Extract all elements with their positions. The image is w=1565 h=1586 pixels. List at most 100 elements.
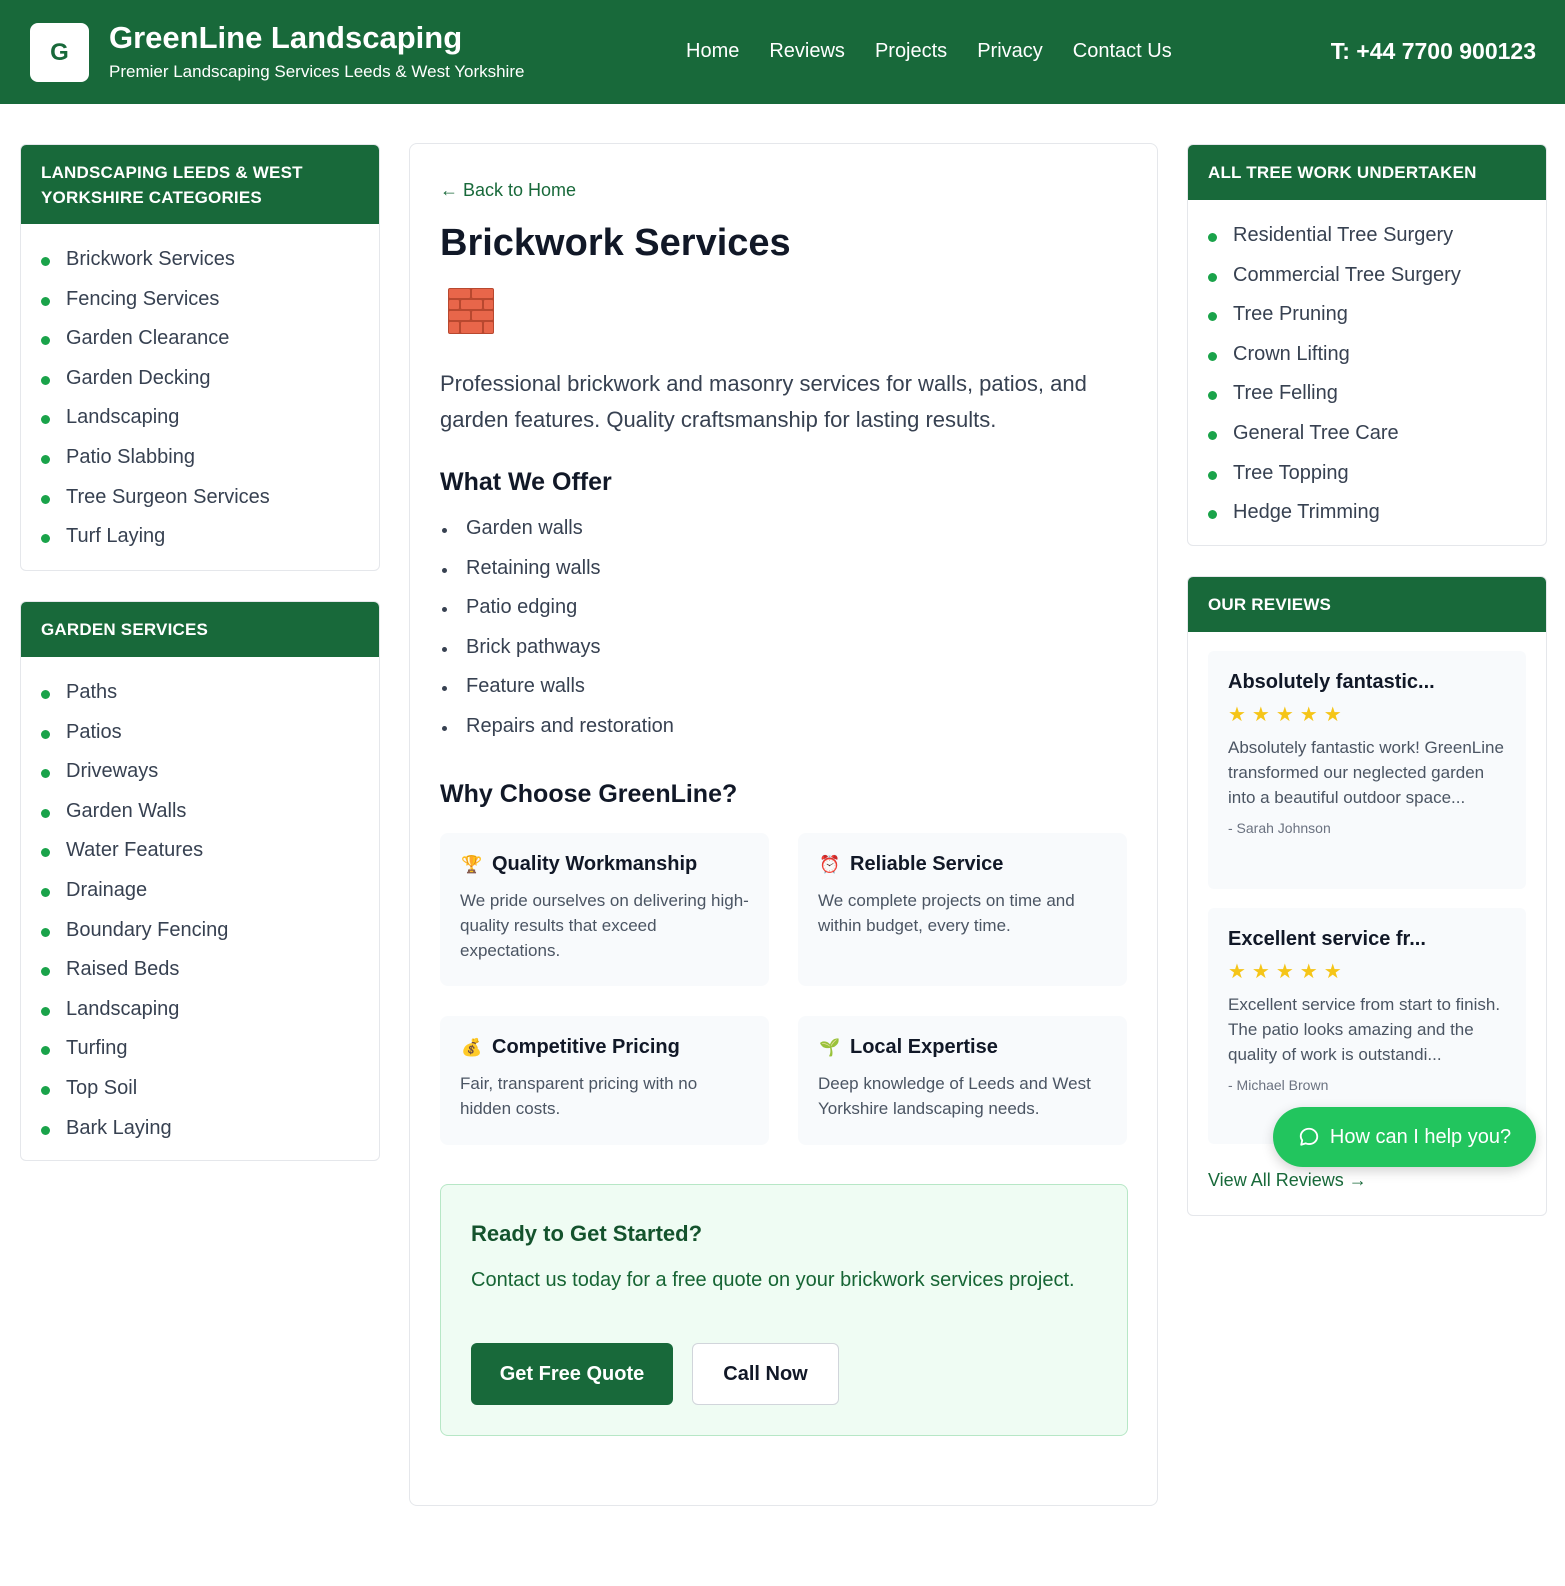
star-rating: ★★★★★ — [1228, 704, 1348, 726]
cta-text: Contact us today for a free quote on you… — [471, 1269, 1075, 1291]
feature-title: Competitive Pricing — [492, 1036, 680, 1058]
feature-title-row: ⏰ Reliable Service — [818, 853, 1107, 876]
alarm-clock-icon: ⏰ — [819, 854, 841, 874]
offer-item: Retaining walls — [440, 557, 674, 597]
offer-item: Brick pathways — [440, 636, 674, 676]
offer-item: Garden walls — [440, 517, 674, 557]
tree-work-link[interactable]: Tree Topping — [1208, 458, 1526, 498]
tree-work-link[interactable]: Crown Lifting — [1208, 339, 1526, 379]
feature-title: Quality Workmanship — [492, 853, 698, 875]
brand-subtitle: Premier Landscaping Services Leeds & Wes… — [109, 62, 525, 81]
review-author: - Sarah Johnson — [1228, 820, 1331, 836]
review-title: Excellent service fr... — [1228, 928, 1426, 950]
chat-bubble-icon — [1299, 1127, 1319, 1146]
garden-service-link[interactable]: Landscaping — [41, 994, 359, 1034]
nav-reviews[interactable]: Reviews — [769, 40, 845, 63]
site-header: G GreenLine Landscaping Premier Landscap… — [0, 0, 1565, 104]
tree-work-link[interactable]: Tree Pruning — [1208, 299, 1526, 339]
trophy-icon: 🏆 — [461, 854, 483, 874]
feature-card-quality: 🏆 Quality Workmanship We pride ourselves… — [440, 833, 769, 986]
garden-service-link[interactable]: Turfing — [41, 1033, 359, 1073]
star-rating: ★★★★★ — [1228, 961, 1348, 983]
tree-work-panel-title: All Tree Work Undertaken — [1188, 145, 1546, 200]
review-text: Absolutely fantastic work! GreenLine tra… — [1228, 738, 1504, 807]
phone-number[interactable]: T: +44 7700 900123 — [1331, 38, 1536, 65]
tree-work-link[interactable]: General Tree Care — [1208, 418, 1526, 458]
main-nav: Home Reviews Projects Privacy Contact Us — [686, 40, 1172, 63]
offer-item: Patio edging — [440, 596, 674, 636]
garden-service-link[interactable]: Garden Walls — [41, 796, 359, 836]
categories-panel: Landscaping Leeds & West Yorkshire Categ… — [20, 144, 380, 571]
garden-service-link[interactable]: Bark Laying — [41, 1113, 359, 1153]
tree-work-list: Residential Tree Surgery Commercial Tree… — [1188, 200, 1546, 537]
brick-wall-icon — [448, 288, 494, 334]
review-text: Excellent service from start to finish. … — [1228, 995, 1501, 1064]
garden-service-link[interactable]: Raised Beds — [41, 954, 359, 994]
what-we-offer-heading: What We Offer — [440, 468, 612, 496]
garden-service-link[interactable]: Boundary Fencing — [41, 915, 359, 955]
chat-widget-button[interactable]: How can I help you? — [1273, 1107, 1536, 1167]
service-intro: Professional brickwork and masonry servi… — [440, 371, 1087, 432]
tree-work-link[interactable]: Tree Felling — [1208, 378, 1526, 418]
category-link[interactable]: Landscaping — [41, 402, 359, 442]
feature-text: Deep knowledge of Leeds and West Yorkshi… — [818, 1074, 1091, 1118]
feature-title-row: 🌱 Local Expertise — [818, 1036, 1107, 1059]
garden-service-link[interactable]: Patios — [41, 717, 359, 757]
feature-text: Fair, transparent pricing with no hidden… — [460, 1074, 698, 1118]
logo[interactable]: G — [30, 23, 89, 82]
garden-service-link[interactable]: Top Soil — [41, 1073, 359, 1113]
chat-widget-label: How can I help you? — [1329, 1125, 1512, 1148]
offer-item: Repairs and restoration — [440, 715, 674, 755]
main-content-card: ← Back to Home Brickwork Services Profes… — [409, 143, 1158, 1506]
brand-title[interactable]: GreenLine Landscaping — [109, 20, 462, 56]
feature-title-row: 🏆 Quality Workmanship — [460, 853, 749, 876]
garden-service-link[interactable]: Drainage — [41, 875, 359, 915]
feature-card-reliable: ⏰ Reliable Service We complete projects … — [798, 833, 1127, 986]
feature-title: Local Expertise — [850, 1036, 998, 1058]
garden-service-link[interactable]: Water Features — [41, 835, 359, 875]
view-all-reviews-link[interactable]: View All Reviews → — [1208, 1170, 1367, 1191]
review-author: - Michael Brown — [1228, 1077, 1329, 1093]
category-link[interactable]: Turf Laying — [41, 521, 359, 561]
category-link[interactable]: Garden Decking — [41, 363, 359, 403]
why-choose-heading: Why Choose GreenLine? — [440, 780, 738, 808]
cta-box: Ready to Get Started? Contact us today f… — [440, 1184, 1128, 1436]
money-bag-icon: 💰 — [461, 1037, 483, 1057]
feature-text: We complete projects on time and within … — [818, 891, 1075, 935]
review-title: Absolutely fantastic... — [1228, 671, 1435, 693]
garden-services-panel-title: Garden Services — [21, 602, 379, 657]
feature-title: Reliable Service — [850, 853, 1004, 875]
category-link[interactable]: Fencing Services — [41, 284, 359, 324]
categories-panel-title: Landscaping Leeds & West Yorkshire Categ… — [21, 145, 379, 224]
cta-title: Ready to Get Started? — [471, 1221, 703, 1246]
garden-service-link[interactable]: Paths — [41, 677, 359, 717]
feature-text: We pride ourselves on delivering high-qu… — [460, 891, 749, 960]
category-link[interactable]: Garden Clearance — [41, 323, 359, 363]
get-free-quote-button[interactable]: Get Free Quote — [471, 1343, 673, 1405]
offer-item: Feature walls — [440, 675, 674, 715]
nav-projects[interactable]: Projects — [875, 40, 947, 63]
review-card[interactable]: Absolutely fantastic... ★★★★★ Absolutely… — [1208, 651, 1526, 889]
tree-work-link[interactable]: Hedge Trimming — [1208, 497, 1526, 537]
call-now-button[interactable]: Call Now — [692, 1343, 839, 1405]
tree-work-panel: All Tree Work Undertaken Residential Tre… — [1187, 144, 1547, 546]
feature-card-pricing: 💰 Competitive Pricing Fair, transparent … — [440, 1016, 769, 1145]
garden-services-panel: Garden Services Paths Patios Driveways G… — [20, 601, 380, 1161]
back-to-home-link[interactable]: ← Back to Home — [440, 180, 576, 201]
page-title: Brickwork Services — [440, 222, 791, 264]
feature-card-local: 🌱 Local Expertise Deep knowledge of Leed… — [798, 1016, 1127, 1145]
categories-list: Brickwork Services Fencing Services Gard… — [21, 224, 379, 561]
nav-contact-us[interactable]: Contact Us — [1073, 40, 1172, 63]
category-link[interactable]: Brickwork Services — [41, 244, 359, 284]
garden-service-link[interactable]: Driveways — [41, 756, 359, 796]
seedling-icon: 🌱 — [819, 1037, 841, 1057]
tree-work-link[interactable]: Commercial Tree Surgery — [1208, 260, 1526, 300]
nav-privacy[interactable]: Privacy — [977, 40, 1043, 63]
offer-list: Garden walls Retaining walls Patio edgin… — [440, 517, 674, 755]
nav-home[interactable]: Home — [686, 40, 739, 63]
feature-title-row: 💰 Competitive Pricing — [460, 1036, 749, 1059]
category-link[interactable]: Tree Surgeon Services — [41, 482, 359, 522]
tree-work-link[interactable]: Residential Tree Surgery — [1208, 220, 1526, 260]
reviews-panel-title: Our Reviews — [1188, 577, 1546, 632]
category-link[interactable]: Patio Slabbing — [41, 442, 359, 482]
